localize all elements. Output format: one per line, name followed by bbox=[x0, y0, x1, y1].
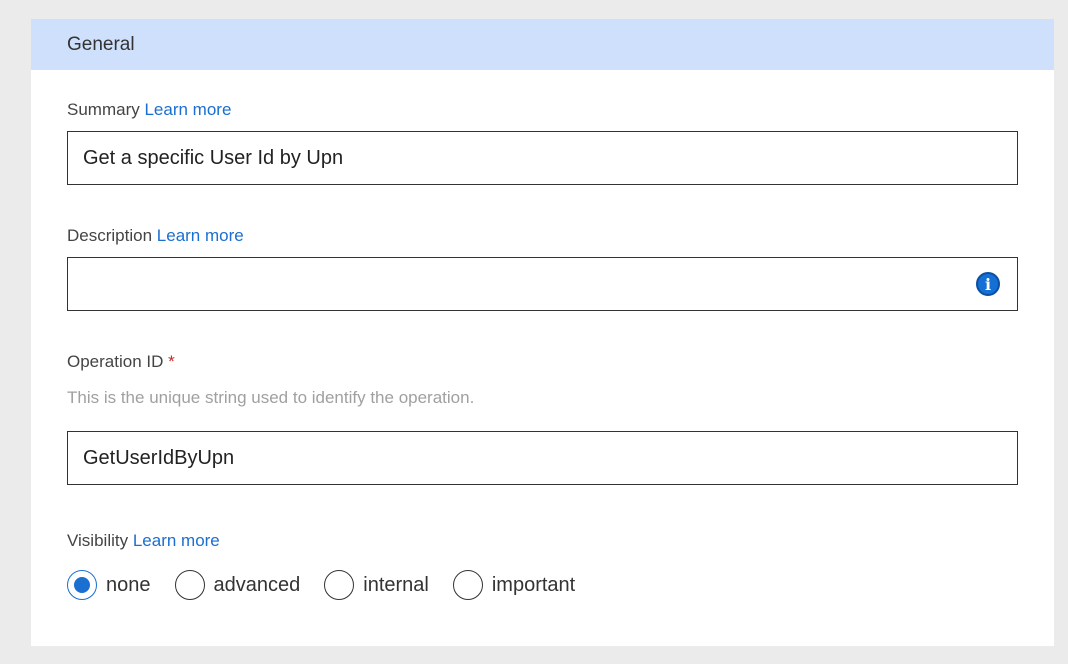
radio-option-internal[interactable]: internal bbox=[324, 570, 429, 600]
summary-learn-more-link[interactable]: Learn more bbox=[144, 100, 231, 119]
operation-id-label: Operation ID * bbox=[67, 352, 175, 372]
summary-input[interactable]: Get a specific User Id by Upn bbox=[67, 131, 1018, 185]
radio-button-internal[interactable] bbox=[324, 570, 355, 600]
radio-selected-dot bbox=[74, 577, 90, 593]
general-panel: General Summary Learn more Get a specifi… bbox=[31, 19, 1054, 646]
required-marker: * bbox=[168, 352, 175, 371]
section-header[interactable]: General bbox=[31, 19, 1054, 70]
radio-option-none[interactable]: none bbox=[67, 570, 151, 600]
summary-label: Summary Learn more bbox=[67, 100, 231, 120]
radio-label-none: none bbox=[106, 573, 151, 596]
description-label-text: Description bbox=[67, 226, 153, 245]
operation-id-input-value: GetUserIdByUpn bbox=[83, 446, 235, 469]
radio-button-none[interactable] bbox=[67, 570, 97, 600]
radio-label-advanced: advanced bbox=[213, 573, 301, 596]
visibility-label: Visibility Learn more bbox=[67, 531, 220, 551]
radio-option-advanced[interactable]: advanced bbox=[174, 570, 301, 600]
radio-label-internal: internal bbox=[363, 573, 429, 596]
radio-button-important[interactable] bbox=[452, 570, 483, 600]
description-input[interactable]: i bbox=[67, 257, 1018, 311]
info-icon[interactable]: i bbox=[976, 272, 1000, 296]
visibility-learn-more-link[interactable]: Learn more bbox=[133, 531, 220, 550]
operation-id-input[interactable]: GetUserIdByUpn bbox=[67, 431, 1018, 485]
description-learn-more-link[interactable]: Learn more bbox=[157, 226, 244, 245]
visibility-label-text: Visibility bbox=[67, 531, 129, 550]
radio-button-advanced[interactable] bbox=[174, 570, 205, 600]
radio-option-important[interactable]: important bbox=[452, 570, 576, 600]
summary-input-value: Get a specific User Id by Upn bbox=[83, 146, 344, 169]
section-title: General bbox=[67, 33, 135, 55]
radio-label-important: important bbox=[491, 573, 576, 596]
operation-id-label-text: Operation ID bbox=[67, 352, 164, 371]
summary-label-text: Summary bbox=[67, 100, 140, 119]
visibility-radio-group: none advanced internal important bbox=[67, 570, 599, 600]
operation-id-hint: This is the unique string used to identi… bbox=[67, 388, 475, 407]
description-label: Description Learn more bbox=[67, 226, 244, 246]
